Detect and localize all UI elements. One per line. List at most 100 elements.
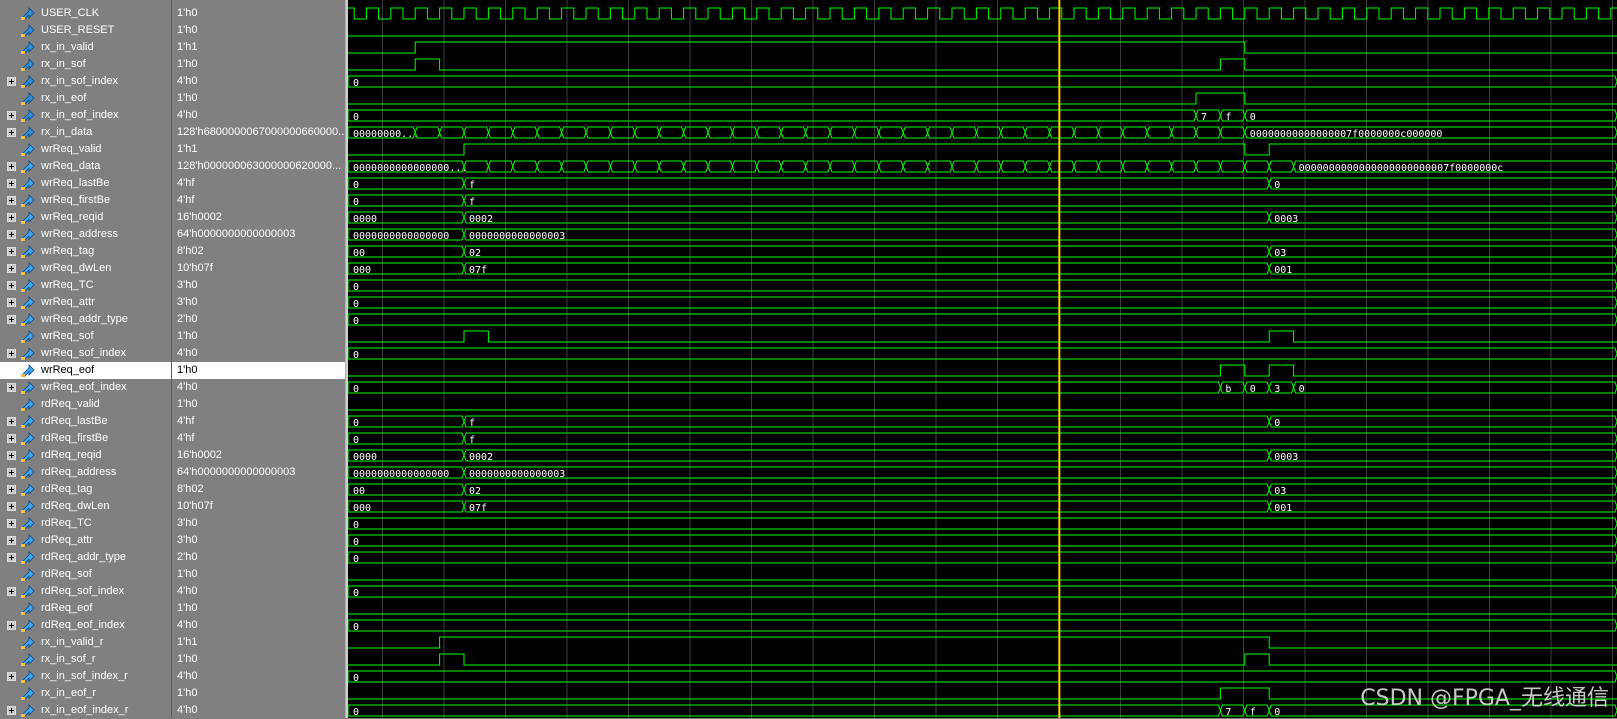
signal-row[interactable]: rdReq_sof (0, 566, 171, 583)
expand-plus-icon[interactable] (7, 162, 16, 171)
value-row[interactable]: 1'h0 (172, 651, 345, 668)
value-row[interactable]: 64'h0000000000000003 (172, 226, 345, 243)
signal-row[interactable]: rdReq_lastBe (0, 413, 171, 430)
value-row[interactable]: 3'h0 (172, 515, 345, 532)
signal-row[interactable]: wrReq_addr_type (0, 311, 171, 328)
expand-plus-icon[interactable] (7, 315, 16, 324)
signal-row[interactable]: USER_CLK (0, 5, 171, 22)
value-row[interactable]: 4'hf (172, 175, 345, 192)
value-row[interactable]: 4'hf (172, 430, 345, 447)
value-row[interactable]: 4'h0 (172, 617, 345, 634)
expand-plus-icon[interactable] (7, 77, 16, 86)
waveform-canvas[interactable]: 00 7 f 000000000... 00000000000000007f000000… (348, 0, 1617, 718)
signal-row[interactable]: rdReq_attr (0, 532, 171, 549)
value-row[interactable]: 4'h0 (172, 702, 345, 719)
expand-plus-icon[interactable] (7, 621, 16, 630)
value-row[interactable]: 128'h000000063000000620000... (172, 158, 345, 175)
value-row[interactable]: 1'h0 (172, 5, 345, 22)
expand-plus-icon[interactable] (7, 111, 16, 120)
value-row[interactable]: 4'h0 (172, 583, 345, 600)
value-row[interactable]: 3'h0 (172, 294, 345, 311)
expand-plus-icon[interactable] (7, 264, 16, 273)
expand-plus-icon[interactable] (7, 417, 16, 426)
expand-plus-icon[interactable] (7, 536, 16, 545)
value-row[interactable]: 10'h07f (172, 498, 345, 515)
value-row[interactable]: 1'h0 (172, 90, 345, 107)
value-row[interactable]: 128'h6800000067000000660000... (172, 124, 345, 141)
expand-plus-icon[interactable] (7, 485, 16, 494)
expand-plus-icon[interactable] (7, 502, 16, 511)
signal-row[interactable]: rx_in_valid (0, 39, 171, 56)
signal-row[interactable]: rdReq_eof_index (0, 617, 171, 634)
value-row[interactable]: 1'h0 (172, 566, 345, 583)
signal-row[interactable]: wrReq_dwLen (0, 260, 171, 277)
signal-row[interactable]: rx_in_sof_r (0, 651, 171, 668)
waveform-area[interactable]: 0 0 7 f 0 00000000... 00000000000000007f000000… (348, 0, 1617, 718)
value-row[interactable]: 3'h0 (172, 277, 345, 294)
value-row[interactable]: 8'h02 (172, 481, 345, 498)
expand-plus-icon[interactable] (7, 298, 16, 307)
signal-row[interactable]: rdReq_firstBe (0, 430, 171, 447)
expand-plus-icon[interactable] (7, 349, 16, 358)
signal-row[interactable]: rdReq_valid (0, 396, 171, 413)
value-row[interactable]: 4'h0 (172, 73, 345, 90)
expand-plus-icon[interactable] (7, 706, 16, 715)
signal-row[interactable]: rx_in_sof_index_r (0, 668, 171, 685)
value-row[interactable]: 64'h0000000000000003 (172, 464, 345, 481)
value-row[interactable]: 1'h1 (172, 141, 345, 158)
expand-plus-icon[interactable] (7, 213, 16, 222)
signal-row[interactable]: rx_in_eof_r (0, 685, 171, 702)
signal-row[interactable]: wrReq_lastBe (0, 175, 171, 192)
signal-row[interactable]: rx_in_eof_index (0, 107, 171, 124)
value-row[interactable]: 1'h0 (172, 396, 345, 413)
expand-plus-icon[interactable] (7, 468, 16, 477)
signal-row[interactable]: rx_in_eof (0, 90, 171, 107)
expand-plus-icon[interactable] (7, 519, 16, 528)
value-row[interactable]: 4'h0 (172, 379, 345, 396)
value-row[interactable]: 1'h0 (172, 22, 345, 39)
signal-row[interactable]: wrReq_address (0, 226, 171, 243)
value-row[interactable]: 4'hf (172, 413, 345, 430)
expand-plus-icon[interactable] (7, 434, 16, 443)
value-row[interactable]: 4'hf (172, 192, 345, 209)
signal-row[interactable]: rdReq_address (0, 464, 171, 481)
expand-plus-icon[interactable] (7, 587, 16, 596)
signal-row[interactable]: rdReq_TC (0, 515, 171, 532)
value-row[interactable]: 4'h0 (172, 107, 345, 124)
expand-plus-icon[interactable] (7, 383, 16, 392)
expand-plus-icon[interactable] (7, 247, 16, 256)
signal-row[interactable]: rdReq_dwLen (0, 498, 171, 515)
expand-plus-icon[interactable] (7, 128, 16, 137)
expand-plus-icon[interactable] (7, 672, 16, 681)
signal-row[interactable]: rdReq_tag (0, 481, 171, 498)
value-row[interactable]: 2'h0 (172, 549, 345, 566)
signal-row[interactable]: wrReq_data (0, 158, 171, 175)
signal-row[interactable]: wrReq_firstBe (0, 192, 171, 209)
signal-row[interactable]: rx_in_eof_index_r (0, 702, 171, 719)
value-row[interactable]: 1'h0 (172, 600, 345, 617)
signal-row[interactable]: rdReq_eof (0, 600, 171, 617)
expand-plus-icon[interactable] (7, 451, 16, 460)
value-row[interactable]: 16'h0002 (172, 209, 345, 226)
signal-row[interactable]: wrReq_reqid (0, 209, 171, 226)
value-row[interactable]: 1'h0 (172, 56, 345, 73)
signal-row[interactable]: wrReq_attr (0, 294, 171, 311)
signal-row[interactable]: wrReq_sof_index (0, 345, 171, 362)
expand-plus-icon[interactable] (7, 553, 16, 562)
value-row[interactable]: 3'h0 (172, 532, 345, 549)
expand-plus-icon[interactable] (7, 281, 16, 290)
signal-row[interactable]: wrReq_tag (0, 243, 171, 260)
signal-row[interactable]: wrReq_eof (0, 362, 171, 379)
signal-row[interactable]: wrReq_sof (0, 328, 171, 345)
value-row[interactable]: 1'h0 (172, 328, 345, 345)
signal-row[interactable]: rdReq_sof_index (0, 583, 171, 600)
value-row[interactable]: 1'h0 (172, 362, 345, 379)
signal-row[interactable]: wrReq_eof_index (0, 379, 171, 396)
expand-plus-icon[interactable] (7, 196, 16, 205)
value-row[interactable]: 1'h1 (172, 39, 345, 56)
value-row[interactable]: 16'h0002 (172, 447, 345, 464)
signal-row[interactable]: USER_RESET (0, 22, 171, 39)
value-row[interactable]: 1'h1 (172, 634, 345, 651)
value-row[interactable]: 10'h07f (172, 260, 345, 277)
value-row[interactable]: 2'h0 (172, 311, 345, 328)
